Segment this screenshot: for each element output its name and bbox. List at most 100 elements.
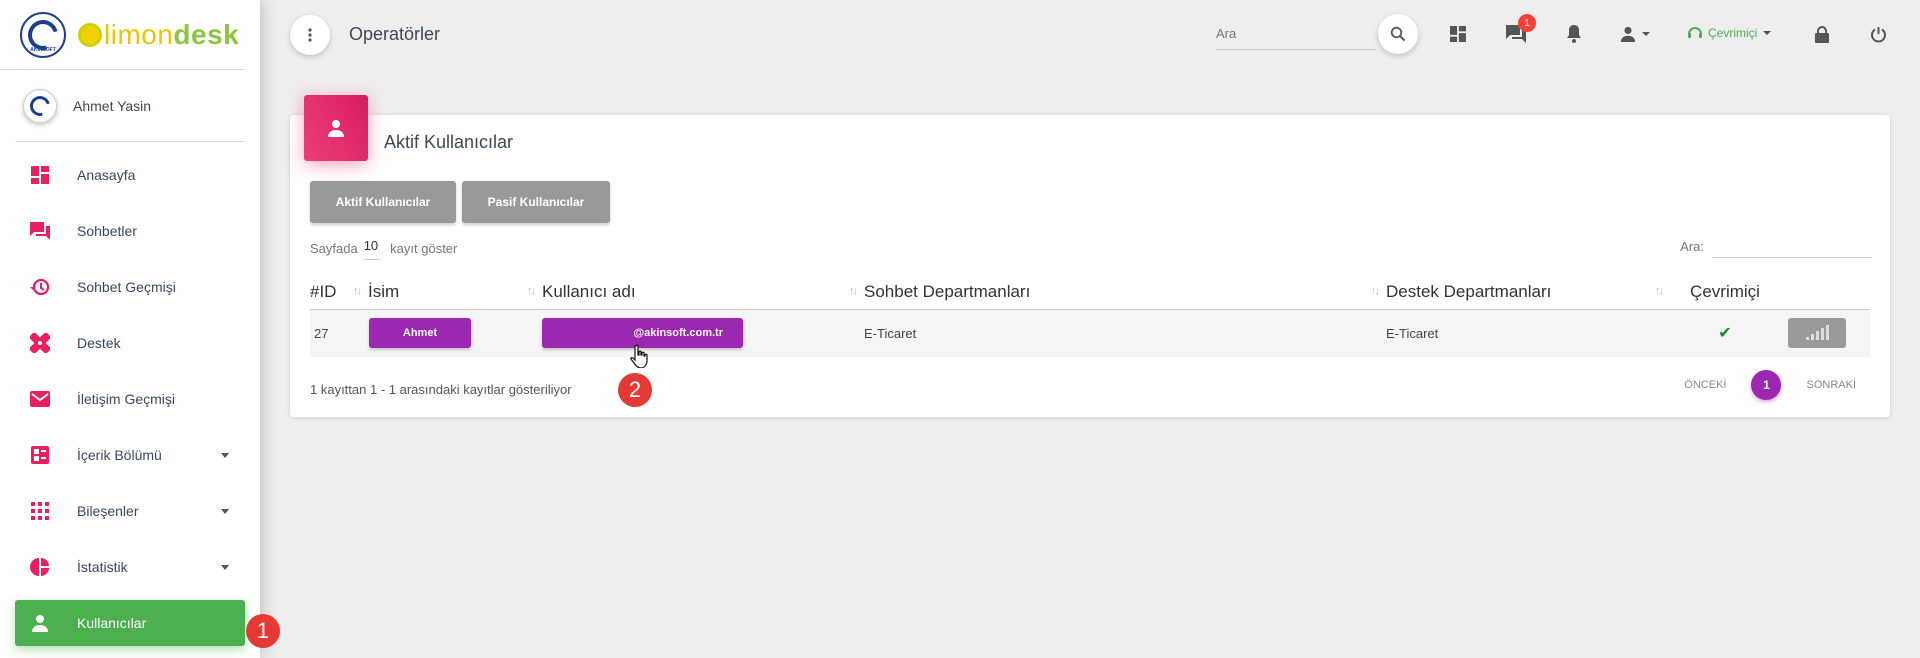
user-name: Ahmet Yasin bbox=[73, 97, 152, 114]
sidebar-item-istatistik[interactable]: İstatistik bbox=[15, 544, 245, 590]
table-row: 27 Ahmet @akinsoft.com.tr E-Ticaret E-Ti… bbox=[310, 309, 1870, 357]
sidebar-item-label: İletişim Geçmişi bbox=[77, 391, 176, 407]
column-header-actions bbox=[1780, 275, 1870, 310]
more-vert-icon bbox=[308, 28, 312, 42]
user-name-button[interactable]: Ahmet bbox=[369, 318, 471, 349]
dashboard-icon bbox=[29, 164, 51, 186]
prev-page-button[interactable]: ÖNCEKİ bbox=[1684, 379, 1726, 391]
signal-bar bbox=[1815, 331, 1819, 341]
sidebar-item-sohbetler[interactable]: Sohbetler bbox=[15, 208, 245, 254]
chevron-down-icon bbox=[1642, 32, 1650, 36]
sort-icon: ↑↓ bbox=[849, 285, 858, 297]
sidebar-item-iletisim-gecmisi[interactable]: İletişim Geçmişi bbox=[15, 376, 245, 422]
history-icon bbox=[29, 276, 51, 298]
users-table: #ID ↑↓ İsim ↑↓ Kullanıcı adı ↑↓ Sohbet Depa… bbox=[310, 275, 1870, 357]
table-info: 1 kayıttan 1 - 1 arasındaki kayıtlar gös… bbox=[310, 382, 572, 397]
check-icon: ✔ bbox=[1670, 309, 1780, 357]
bell-icon bbox=[1567, 25, 1581, 43]
length-prefix: Sayfada bbox=[310, 240, 358, 256]
power-button[interactable] bbox=[1866, 22, 1890, 46]
notifications-button[interactable] bbox=[1562, 22, 1586, 46]
sidebar: AKINSOFT limondesk Ahmet Yasin Anasayfa … bbox=[0, 0, 260, 658]
users-card: Aktif Kullanıcılar Aktif Kullanıcılar Pa… bbox=[290, 95, 1890, 417]
signal-button[interactable] bbox=[1788, 318, 1846, 349]
search-field[interactable] bbox=[1216, 18, 1376, 50]
sidebar-nav: Anasayfa Sohbetler Sohbet Geçmişi Destek… bbox=[0, 142, 260, 646]
page-title: Operatörler bbox=[349, 24, 441, 44]
passive-users-button[interactable]: Pasif Kullanıcılar bbox=[462, 181, 610, 223]
sidebar-item-label: Sohbetler bbox=[77, 223, 137, 239]
column-header-online: Çevrimiçi bbox=[1670, 275, 1780, 310]
card-title: Aktif Kullanıcılar bbox=[384, 132, 514, 152]
step-marker-1: 1 bbox=[246, 614, 280, 648]
filter-label: Ara: bbox=[1680, 238, 1704, 254]
pagination: ÖNCEKİ 1 SONRAKİ bbox=[1684, 370, 1856, 400]
sidebar-item-destek[interactable]: Destek bbox=[15, 320, 245, 366]
user-menu-button[interactable] bbox=[1615, 22, 1655, 46]
chevron-down-icon bbox=[221, 565, 229, 570]
lock-icon bbox=[1815, 25, 1829, 43]
sidebar-item-bilesenler[interactable]: Bileşenler bbox=[15, 488, 245, 534]
column-header-id[interactable]: #ID ↑↓ bbox=[310, 275, 368, 310]
search-icon bbox=[1390, 26, 1406, 42]
signal-bar bbox=[1810, 334, 1814, 341]
column-header-username[interactable]: Kullanıcı adı ↑↓ bbox=[542, 275, 864, 310]
sidebar-item-label: İstatistik bbox=[77, 559, 128, 575]
messages-button[interactable]: 1 bbox=[1504, 14, 1536, 46]
status-label: Çevrimiçi bbox=[1708, 26, 1758, 40]
brand-name: limondesk bbox=[104, 18, 240, 50]
search-input[interactable] bbox=[1216, 18, 1376, 49]
signal-bar bbox=[1805, 337, 1809, 341]
lemon-icon bbox=[78, 22, 102, 47]
signal-bar bbox=[1820, 328, 1824, 341]
akinsoft-logo-icon: AKINSOFT bbox=[20, 11, 66, 58]
user-profile[interactable]: Ahmet Yasin bbox=[15, 70, 245, 142]
dashboard-icon bbox=[1450, 26, 1466, 42]
step-marker-2: 2 bbox=[618, 373, 652, 407]
logo[interactable]: AKINSOFT limondesk bbox=[0, 0, 245, 70]
table-filter: Ara: bbox=[1680, 234, 1872, 258]
lock-button[interactable] bbox=[1810, 22, 1834, 46]
sort-icon: ↑↓ bbox=[1655, 285, 1664, 297]
sort-icon: ↑↓ bbox=[1371, 285, 1380, 297]
person-icon bbox=[1620, 26, 1636, 42]
content-icon bbox=[29, 444, 51, 466]
sidebar-item-sohbet-gecmisi[interactable]: Sohbet Geçmişi bbox=[15, 264, 245, 310]
sort-icon: ↑↓ bbox=[527, 285, 536, 297]
sidebar-item-icerik-bolumu[interactable]: İçerik Bölümü bbox=[15, 432, 245, 478]
hand-cursor-icon bbox=[630, 344, 648, 374]
logo-tag: AKINSOFT bbox=[30, 46, 56, 53]
apps-icon bbox=[29, 500, 51, 522]
card-header-icon bbox=[304, 95, 368, 161]
active-users-button[interactable]: Aktif Kullanıcılar bbox=[310, 181, 456, 223]
topbar: Operatörler 1 Çevrimiçi bbox=[260, 0, 1920, 70]
cell-username: @akinsoft.com.tr bbox=[542, 309, 864, 357]
messages-badge: 1 bbox=[1518, 14, 1536, 32]
column-header-name[interactable]: İsim ↑↓ bbox=[368, 275, 542, 310]
sidebar-item-anasayfa[interactable]: Anasayfa bbox=[15, 152, 245, 198]
sidebar-item-label: İçerik Bölümü bbox=[77, 447, 162, 463]
filter-input[interactable] bbox=[1712, 234, 1872, 258]
cell-name: Ahmet bbox=[368, 309, 542, 357]
chevron-down-icon bbox=[221, 509, 229, 514]
column-header-chat-departments[interactable]: Sohbet Departmanları ↑↓ bbox=[864, 275, 1386, 310]
length-select[interactable]: 10 bbox=[363, 236, 381, 260]
cell-chat-departments: E-Ticaret bbox=[864, 309, 1386, 357]
sidebar-item-label: Sohbet Geçmişi bbox=[77, 279, 176, 295]
more-vert-button[interactable] bbox=[290, 15, 330, 55]
chat-icon bbox=[29, 220, 51, 242]
search-button[interactable] bbox=[1378, 14, 1418, 54]
sidebar-item-label: Kullanıcılar bbox=[77, 615, 147, 631]
headset-icon bbox=[1688, 27, 1702, 38]
sidebar-item-label: Anasayfa bbox=[77, 167, 136, 183]
cell-support-departments: E-Ticaret bbox=[1386, 309, 1670, 357]
next-page-button[interactable]: SONRAKİ bbox=[1806, 379, 1856, 391]
page-1-button[interactable]: 1 bbox=[1751, 370, 1782, 400]
column-header-support-departments[interactable]: Destek Departmanları ↑↓ bbox=[1386, 275, 1670, 310]
dashboard-toggle-button[interactable] bbox=[1446, 22, 1470, 46]
status-dropdown[interactable]: Çevrimiçi bbox=[1687, 25, 1772, 41]
sort-icon: ↑↓ bbox=[353, 285, 362, 297]
sidebar-item-kullanicilar[interactable]: Kullanıcılar bbox=[15, 600, 245, 646]
sidebar-item-label: Destek bbox=[77, 335, 121, 351]
signal-bar bbox=[1825, 325, 1829, 341]
